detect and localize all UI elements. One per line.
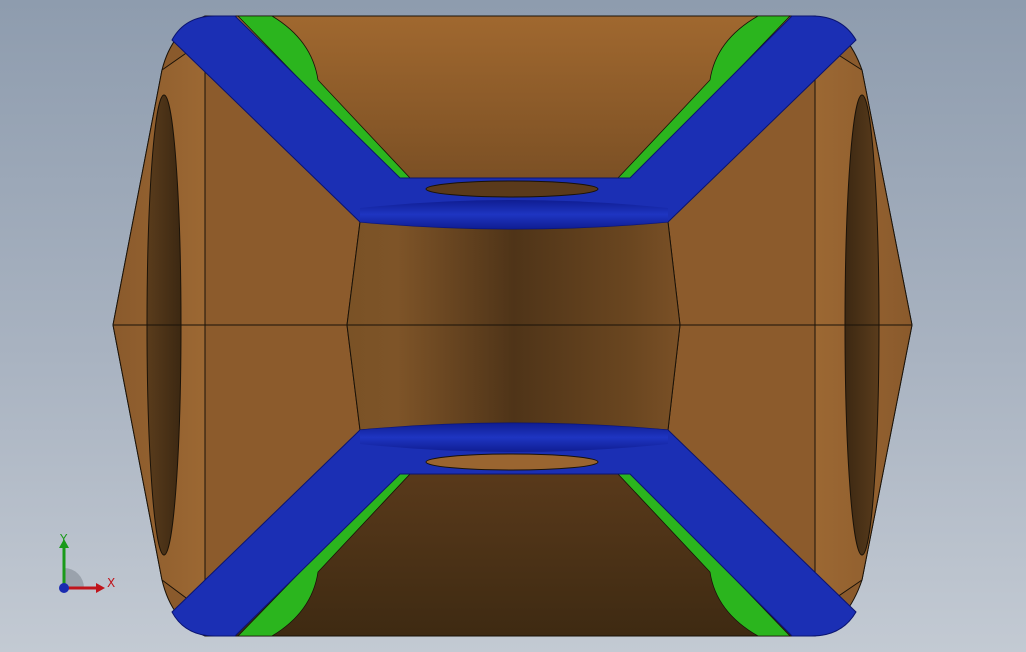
triad-y-label: Y	[59, 532, 68, 546]
triad-x-label: X	[107, 576, 115, 590]
triad-z-axis-icon	[59, 583, 69, 593]
top-hole[interactable]	[425, 180, 599, 198]
reference-triad[interactable]: X Y	[52, 530, 122, 600]
blue-fillet-top-highlight	[360, 200, 668, 229]
center-bore[interactable]	[346, 216, 681, 431]
graphics-viewport[interactable]: X Y	[0, 0, 1026, 652]
triad-x-arrow-icon	[96, 583, 105, 593]
3d-model-view[interactable]	[0, 0, 1026, 652]
bottom-hole[interactable]	[425, 453, 599, 471]
blue-fillet-bottom-highlight	[360, 423, 668, 452]
